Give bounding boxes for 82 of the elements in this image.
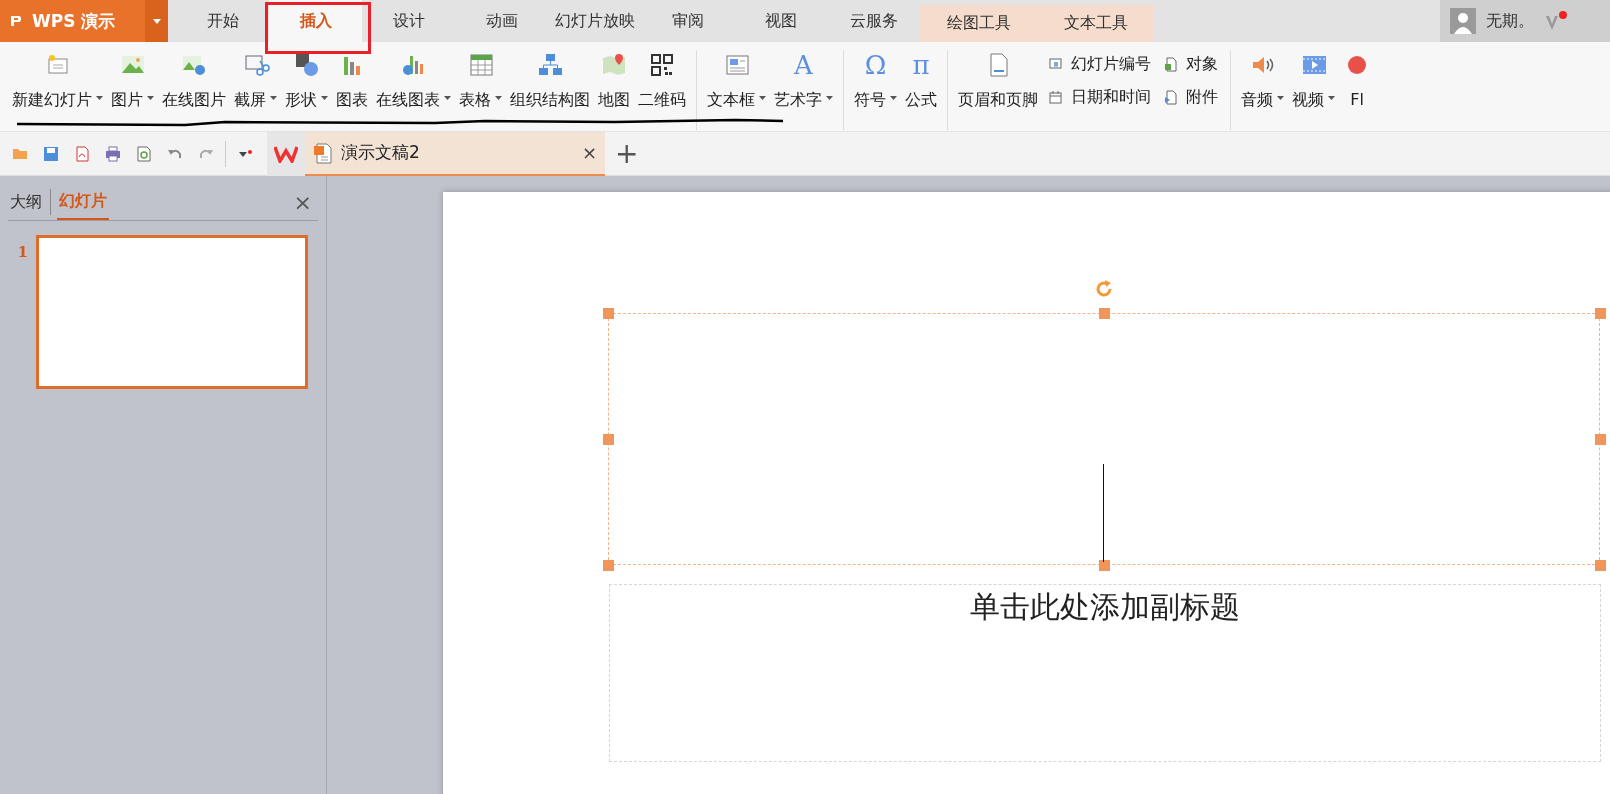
logo-icon [10, 15, 22, 27]
caret-icon [444, 95, 451, 100]
subtitle-placeholder[interactable]: 单击此处添加副标题 [609, 584, 1601, 762]
caret-icon [152, 18, 161, 24]
avatar-icon [1450, 8, 1476, 34]
customize-icon [238, 148, 253, 159]
caret-icon [1277, 95, 1284, 100]
ribbon-tab[interactable]: 云服务 [827, 0, 920, 42]
print-icon [103, 144, 122, 163]
ribbon-button[interactable]: A 艺术字 [770, 50, 837, 111]
ribbon-button[interactable]: π 公式 [901, 50, 941, 111]
slide-number-icon [1048, 57, 1063, 72]
vip-icon [1544, 10, 1568, 32]
ribbon-tab[interactable]: 动画 [455, 0, 548, 42]
resize-handle[interactable] [1595, 560, 1606, 571]
placeholder-text: 单击此处添加副标题 [970, 588, 1240, 626]
preview-icon [134, 144, 153, 163]
new-tab-button[interactable]: + [615, 139, 639, 168]
caret-icon [495, 95, 502, 100]
ribbon-button[interactable]: 在线图片 [158, 50, 230, 111]
attachment-icon [1163, 90, 1178, 105]
ribbon-button[interactable]: 二维码 [634, 50, 690, 111]
ribbon-tab[interactable]: 幻灯片放映 [548, 0, 641, 42]
ribbon-tab[interactable]: 设计 [362, 0, 455, 42]
caret-icon [321, 95, 328, 100]
presentation-file-icon [313, 141, 333, 164]
calendar-icon [1048, 90, 1063, 105]
logo-icon [274, 144, 298, 163]
user-panel[interactable]: 无期。 [1440, 0, 1610, 42]
ribbon-button[interactable]: 截屏 [230, 50, 281, 111]
ribbon-button[interactable]: 文本框 [703, 50, 770, 111]
caret-icon [147, 95, 154, 100]
ribbon-tab[interactable]: 绘图工具 [920, 5, 1037, 42]
slide-number: 1 [16, 243, 28, 263]
app-name: WPS 演示 [32, 9, 116, 33]
document-tab[interactable]: 演示文稿2 × [305, 131, 605, 176]
ribbon-button[interactable]: 在线图表 [372, 50, 455, 111]
user-name: 无期。 [1486, 10, 1534, 32]
slide-thumbnail[interactable] [36, 235, 308, 389]
resize-handle[interactable] [603, 308, 614, 319]
ribbon-button[interactable]: 图表 [332, 50, 372, 111]
resize-handle[interactable] [1099, 560, 1110, 571]
caret-icon [759, 95, 766, 100]
ribbon-tab[interactable]: 审阅 [641, 0, 734, 42]
ribbon-tab[interactable]: 插入 [269, 0, 362, 42]
ribbon-tab[interactable]: 视图 [734, 0, 827, 42]
document-title: 演示文稿2 [341, 141, 420, 164]
close-tab-button[interactable]: × [581, 142, 597, 163]
ribbon-button[interactable]: 对象 [1159, 54, 1222, 75]
caret-icon [826, 95, 833, 100]
ribbon-button[interactable]: 页眉和页脚 [954, 50, 1042, 111]
ribbon-button[interactable]: 视频 [1288, 50, 1339, 111]
caret-icon [96, 95, 103, 100]
ribbon-button[interactable]: 组织结构图 [506, 50, 594, 111]
ribbon-button[interactable]: 表格 [455, 50, 506, 111]
object-icon [1163, 57, 1178, 72]
caret-icon [1328, 95, 1335, 100]
ribbon-tab[interactable]: 开始 [176, 0, 269, 42]
resize-handle[interactable] [1595, 434, 1606, 445]
save-icon [41, 144, 60, 163]
ribbon-button[interactable]: 音频 [1237, 50, 1288, 111]
resize-handle[interactable] [1099, 308, 1110, 319]
ribbon-button[interactable]: Ω 符号 [850, 50, 901, 111]
ribbon-button[interactable]: 新建幻灯片 [8, 50, 107, 111]
caret-icon [890, 95, 897, 100]
resize-handle[interactable] [1595, 308, 1606, 319]
close-button[interactable]: × [293, 189, 312, 215]
ribbon-button[interactable]: 幻灯片编号 [1044, 54, 1155, 75]
ribbon-button[interactable]: 形状 [281, 50, 332, 111]
ribbon-button[interactable]: 地图 [594, 50, 634, 111]
ribbon-button[interactable]: 日期和时间 [1044, 87, 1155, 108]
ribbon-button[interactable]: Fl [1339, 50, 1375, 111]
resize-handle[interactable] [603, 560, 614, 571]
qr-code-icon [648, 51, 676, 79]
caret-icon [270, 95, 277, 100]
ribbon-button[interactable]: 图片 [107, 50, 158, 111]
home-button[interactable] [267, 131, 305, 176]
app-menu-dropdown[interactable] [145, 0, 168, 42]
panel-tab[interactable]: 大纲 [8, 184, 44, 220]
resize-handle[interactable] [603, 434, 614, 445]
ribbon-button[interactable]: 附件 [1159, 87, 1222, 108]
ribbon-tab[interactable]: 文本工具 [1037, 5, 1154, 42]
